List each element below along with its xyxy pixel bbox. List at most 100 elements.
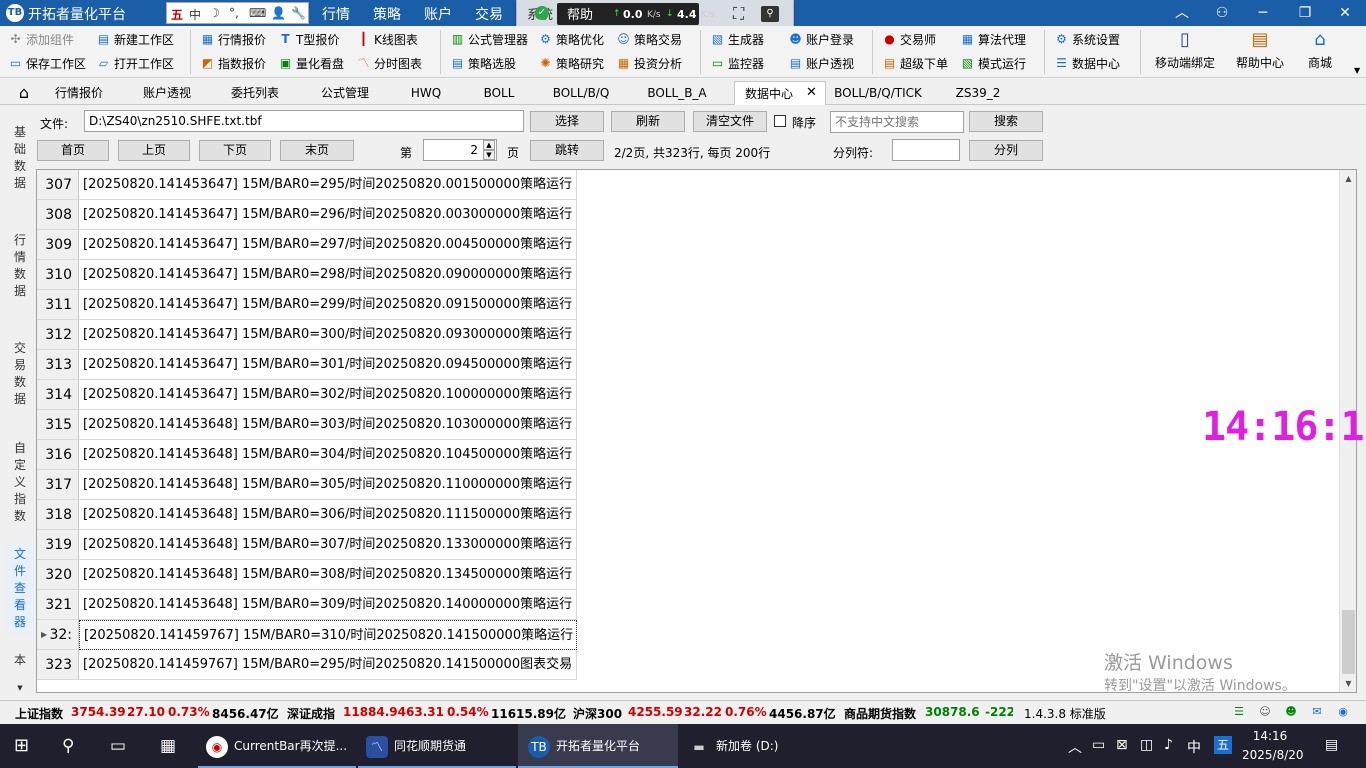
row-number[interactable]: 320 (37, 560, 79, 590)
data-center-button[interactable]: ☰ 数据中心 (1054, 52, 1120, 74)
tab-hwq[interactable]: HWQ (398, 81, 454, 105)
table-row[interactable]: 309 [20250820.141453647] 15M/BAR0=297/时间2… (37, 230, 577, 260)
row-number[interactable]: 313 (37, 350, 79, 380)
ime-wubi[interactable]: 五 (171, 6, 183, 23)
open-workspace-button[interactable]: ▱ 打开工作区 (96, 52, 174, 74)
row-text[interactable]: [20250820.141453647] 15M/BAR0=299/时间2025… (79, 290, 577, 320)
user-icon[interactable]: 👤 (271, 6, 286, 20)
tab-boll[interactable]: BOLL (474, 81, 524, 105)
new-workspace-button[interactable]: ▤ 新建工作区 (96, 28, 174, 50)
row-number[interactable]: 309 (37, 230, 79, 260)
strategy-select-button[interactable]: ▤ 策略选股 (450, 52, 516, 74)
nav-more[interactable]: 本 (7, 652, 33, 669)
nav-scroll-down-icon[interactable]: ▼ (7, 680, 33, 697)
table-row[interactable]: 319 [20250820.141453648] 15M/BAR0=307/时间2… (37, 530, 577, 560)
row-text[interactable]: [20250820.141459767] 15M/BAR0=295/时间2025… (79, 650, 577, 680)
separator-input[interactable] (892, 139, 960, 161)
taskbar-chrome[interactable]: ◉ CurrentBar再次提... (198, 724, 356, 768)
table-row[interactable]: 316 [20250820.141453648] 15M/BAR0=304/时间2… (37, 440, 577, 470)
table-row[interactable]: 310 [20250820.141453647] 15M/BAR0=298/时间2… (37, 260, 577, 290)
user-settings-icon[interactable]: ⚇ (1211, 3, 1233, 23)
row-number[interactable]: 308 (37, 200, 79, 230)
table-row[interactable]: 313 [20250820.141453647] 15M/BAR0=301/时间2… (37, 350, 577, 380)
table-row[interactable]: 311 [20250820.141453647] 15M/BAR0=299/时间2… (37, 290, 577, 320)
help-center-button[interactable]: ▤ 帮助中心 (1232, 28, 1288, 76)
scroll-up-icon[interactable]: ▲ (1340, 170, 1357, 187)
network-icon[interactable]: ◫ (1140, 737, 1153, 753)
ime-toolbar[interactable]: 五 中 ☽ °, ⌨ 👤 🔧 (166, 2, 309, 24)
nav-market-data[interactable]: 行情数据 (7, 232, 33, 300)
tab-orders[interactable]: 委托列表 (222, 81, 288, 105)
maximize-button[interactable]: ❐ (1294, 3, 1316, 23)
table-row[interactable]: 318 [20250820.141453648] 15M/BAR0=306/时间2… (37, 500, 577, 530)
clear-file-button[interactable]: 清空文件 (693, 111, 767, 132)
row-text[interactable]: [20250820.141453647] 15M/BAR0=301/时间2025… (79, 350, 577, 380)
row-number[interactable]: 318 (37, 500, 79, 530)
prev-page-button[interactable]: 上页 (118, 140, 190, 161)
refresh-button[interactable]: 刷新 (611, 111, 685, 132)
tab-boll-bq[interactable]: BOLL/B/Q (546, 81, 616, 105)
monitor-button[interactable]: ▭ 监控器 (710, 52, 764, 74)
close-tab-icon[interactable]: ✕ (806, 81, 817, 105)
chat-icon[interactable]: ◉ (1335, 704, 1351, 720)
crop-icon[interactable]: ⛶ (733, 4, 744, 24)
table-row[interactable]: 323 [20250820.141459767] 15M/BAR0=295/时间2… (37, 650, 577, 680)
close-button[interactable]: ✕ (1334, 3, 1356, 23)
generator-button[interactable]: ▧ 生成器 (710, 28, 764, 50)
keyboard-icon[interactable]: ⌨ (249, 6, 266, 20)
split-button[interactable]: 分列 (969, 140, 1043, 161)
row-number[interactable]: 310 (37, 260, 79, 290)
row-text[interactable]: [20250820.141453648] 15M/BAR0=307/时间2025… (79, 530, 577, 560)
tab-account-view[interactable]: 账户透视 (134, 81, 200, 105)
timeshare-button[interactable]: 〽分时图表 (356, 52, 422, 74)
row-text[interactable]: [20250820.141453648] 15M/BAR0=306/时间2025… (79, 500, 577, 530)
first-page-button[interactable]: 首页 (37, 140, 109, 161)
table-row[interactable]: 307 [20250820.141453647] 15M/BAR0=295/时间2… (37, 170, 577, 200)
file-path-input[interactable]: D:\ZS40\zn2510.SHFE.txt.tbf (84, 110, 524, 132)
tab-boll-b-a[interactable]: BOLL_B_A (640, 81, 714, 105)
windows-start-icon[interactable]: ⊞ (14, 724, 29, 768)
quote-button[interactable]: ▦ 行情报价 (200, 28, 266, 50)
wrench-icon[interactable]: 🔧 (291, 6, 306, 20)
row-text[interactable]: [20250820.141453648] 15M/BAR0=305/时间2025… (79, 470, 577, 500)
toolbar-overflow-icon[interactable]: ▼ (1354, 66, 1360, 75)
system-settings-button[interactable]: ⚙ 系统设置 (1054, 28, 1120, 50)
table-row[interactable]: 315 [20250820.141453648] 15M/BAR0=303/时间2… (37, 410, 577, 440)
jump-button[interactable]: 跳转 (530, 140, 604, 161)
taskbar-tonghuashun[interactable]: 〽同花顺期货通 (358, 724, 516, 768)
add-component-button[interactable]: ✣ 添加组件 (8, 28, 74, 50)
page-up-icon[interactable]: ▲ (483, 140, 495, 150)
save-workspace-button[interactable]: ▭ 保存工作区 (8, 52, 86, 74)
tab-zs39-2[interactable]: ZS39_2 (946, 81, 1010, 105)
search-button[interactable]: 搜索 (969, 111, 1043, 132)
sz-index-name[interactable]: 深证成指 (287, 705, 335, 722)
search-icon[interactable]: ⚲ (761, 6, 779, 22)
row-number[interactable]: 315 (37, 410, 79, 440)
row-number[interactable]: 317 (37, 470, 79, 500)
row-number[interactable]: 323 (37, 650, 79, 680)
row-text[interactable]: [20250820.141453647] 15M/BAR0=295/时间2025… (79, 170, 577, 200)
mobile-bind-button[interactable]: ▯ 移动端绑定 (1152, 28, 1218, 76)
status-icon-2[interactable]: ☺ (1257, 704, 1273, 720)
hs300-name[interactable]: 沪深300 (573, 705, 622, 722)
nav-basic-data[interactable]: 基础数据 (7, 124, 33, 192)
scroll-thumb[interactable] (1342, 610, 1355, 674)
next-page-button[interactable]: 下页 (199, 140, 271, 161)
row-number[interactable]: 307 (37, 170, 79, 200)
formula-manager-button[interactable]: ▥ 公式管理器 (450, 28, 528, 50)
tray-icon-a[interactable]: ▭ (1092, 737, 1105, 753)
account-login-button[interactable]: ☻ 账户登录 (788, 28, 854, 50)
store-button[interactable]: ⌂ 商城 (1300, 28, 1340, 76)
tray-expand-icon[interactable]: ︿ (1068, 737, 1082, 757)
table-row[interactable]: 320 [20250820.141453648] 15M/BAR0=308/时间2… (37, 560, 577, 590)
row-text[interactable]: [20250820.141453647] 15M/BAR0=296/时间2025… (79, 200, 577, 230)
notification-icon[interactable]: ▤ (1325, 737, 1338, 753)
message-icon[interactable]: ✉ (1309, 704, 1325, 720)
mode-run-button[interactable]: ▧ 模式运行 (960, 52, 1026, 74)
moon-icon[interactable]: ☽ (209, 6, 220, 20)
ime-wubi-tray[interactable]: 五 (1214, 736, 1232, 754)
taskbar-time[interactable]: 14:16 (1242, 729, 1298, 743)
row-text[interactable]: [20250820.141453648] 15M/BAR0=303/时间2025… (79, 410, 577, 440)
trader-button[interactable]: ● 交易师 (882, 28, 936, 50)
taskbar-drive[interactable]: ▬ 新加卷 (D:) (680, 724, 830, 768)
